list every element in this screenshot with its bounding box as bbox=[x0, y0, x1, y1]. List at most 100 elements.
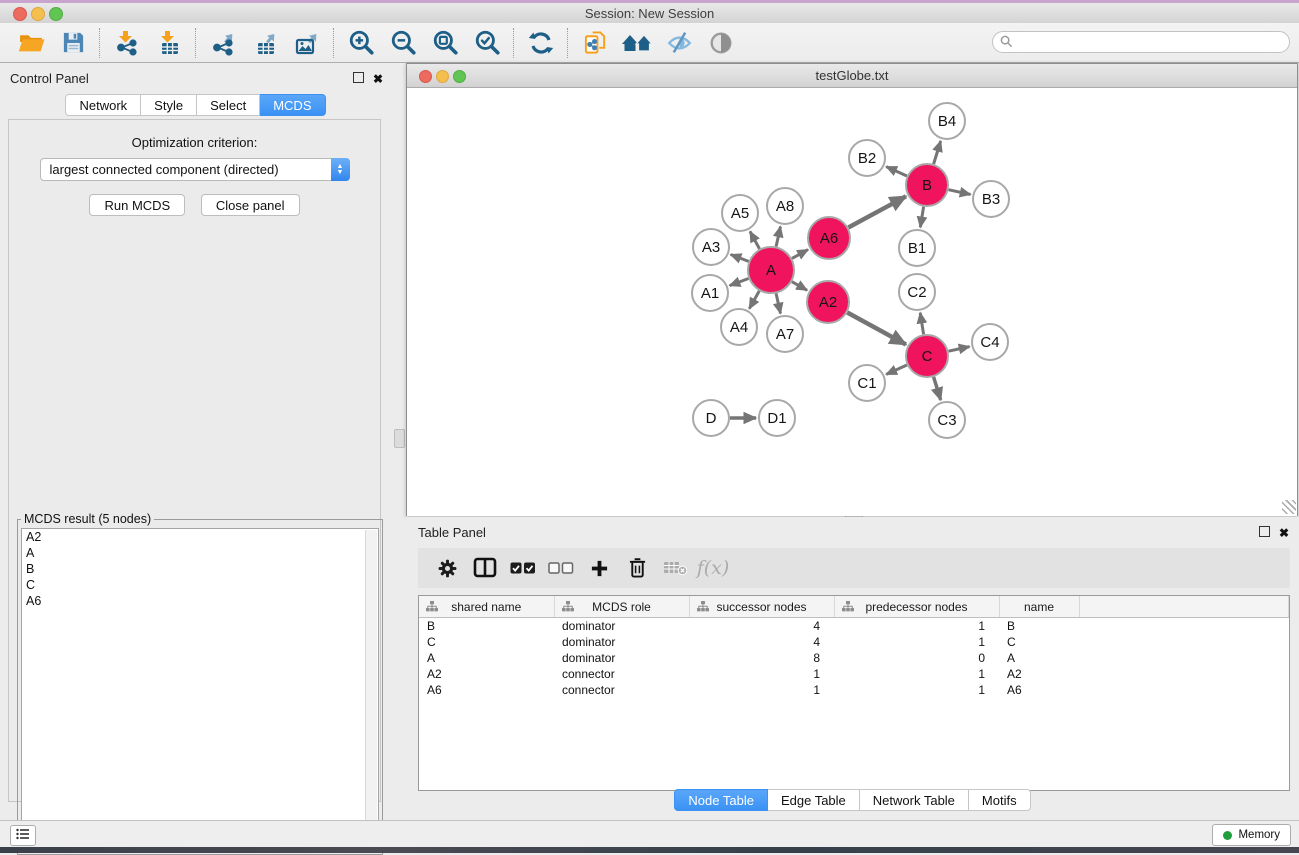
network-window-titlebar[interactable]: testGlobe.txt bbox=[407, 64, 1297, 88]
scrollbar-track[interactable] bbox=[365, 530, 377, 849]
column-header[interactable]: name bbox=[999, 596, 1079, 618]
edge-A6-B[interactable] bbox=[848, 196, 906, 227]
edge-A-A3[interactable] bbox=[731, 255, 749, 262]
float-table-panel-icon[interactable] bbox=[1259, 526, 1270, 537]
node-label-C2: C2 bbox=[907, 284, 926, 301]
list-icon bbox=[16, 828, 30, 843]
column-header[interactable]: successor nodes bbox=[689, 596, 834, 618]
edge-A-A7[interactable] bbox=[776, 293, 780, 313]
open-session-icon[interactable] bbox=[10, 27, 52, 59]
select-all-icon[interactable] bbox=[504, 552, 542, 584]
edge-A-A1[interactable] bbox=[730, 279, 749, 286]
mcds-result-item[interactable]: A2 bbox=[22, 529, 378, 545]
show-columns-icon[interactable] bbox=[466, 552, 504, 584]
criterion-value: largest connected component (directed) bbox=[50, 162, 279, 177]
edge-A2-C[interactable] bbox=[847, 313, 906, 345]
edge-A-A5[interactable] bbox=[750, 231, 760, 249]
column-header[interactable]: shared name bbox=[419, 596, 554, 618]
edge-C-C2[interactable] bbox=[920, 313, 923, 335]
table-row[interactable]: Adominator80A bbox=[419, 650, 1289, 666]
mcds-result-item[interactable]: A bbox=[22, 545, 378, 561]
table-row[interactable]: Bdominator41B bbox=[419, 618, 1289, 635]
memory-button[interactable]: Memory bbox=[1212, 824, 1291, 846]
node-table: shared nameMCDS rolesuccessor nodesprede… bbox=[418, 595, 1290, 791]
settings-icon[interactable] bbox=[428, 552, 466, 584]
edge-B-B4[interactable] bbox=[934, 141, 941, 164]
export-network-icon[interactable] bbox=[202, 27, 244, 59]
desktop-wallpaper-strip-bottom bbox=[0, 847, 1299, 853]
task-history-button[interactable] bbox=[10, 825, 36, 846]
close-table-panel-icon[interactable]: ✖ bbox=[1279, 526, 1289, 540]
toolbar-separator bbox=[195, 28, 197, 58]
search-icon bbox=[1000, 35, 1013, 51]
zoom-in-icon[interactable] bbox=[340, 27, 382, 59]
tab-mcds[interactable]: MCDS bbox=[260, 94, 325, 116]
tree-icon bbox=[697, 601, 709, 615]
clone-network-icon[interactable] bbox=[574, 27, 616, 59]
edge-B-B3[interactable] bbox=[949, 190, 971, 195]
column-header[interactable]: MCDS role bbox=[554, 596, 689, 618]
network-canvas[interactable]: B4B2BB3B1A5A8A6A3AA1A2C2A4A7CC4C1C3DD1 bbox=[407, 88, 1297, 516]
edge-A-A4[interactable] bbox=[749, 291, 759, 309]
window-resize-grip[interactable] bbox=[1282, 500, 1296, 514]
node-label-C: C bbox=[922, 348, 933, 365]
float-panel-icon[interactable] bbox=[353, 72, 364, 83]
tab-select[interactable]: Select bbox=[197, 94, 260, 116]
tab-network-table[interactable]: Network Table bbox=[860, 789, 969, 811]
mcds-result-item[interactable]: A6 bbox=[22, 593, 378, 609]
refresh-icon[interactable] bbox=[520, 27, 562, 59]
search-input[interactable] bbox=[992, 31, 1290, 53]
edge-A-A6[interactable] bbox=[792, 250, 808, 259]
zoom-fit-icon[interactable] bbox=[424, 27, 466, 59]
tab-motifs[interactable]: Motifs bbox=[969, 789, 1031, 811]
node-label-B2: B2 bbox=[858, 150, 876, 167]
export-table-icon[interactable] bbox=[244, 27, 286, 59]
memory-status-icon bbox=[1223, 831, 1232, 840]
zoom-selected-icon[interactable] bbox=[466, 27, 508, 59]
tree-icon bbox=[426, 601, 438, 615]
panel-divider-grip-vertical[interactable] bbox=[394, 429, 405, 448]
import-table-icon[interactable] bbox=[148, 27, 190, 59]
edge-C-C3[interactable] bbox=[934, 377, 941, 400]
zoom-out-icon[interactable] bbox=[382, 27, 424, 59]
node-label-D1: D1 bbox=[767, 410, 786, 427]
tab-network[interactable]: Network bbox=[65, 94, 141, 116]
node-label-C1: C1 bbox=[857, 375, 876, 392]
close-panel-icon[interactable]: ✖ bbox=[373, 72, 383, 86]
hide-details-icon[interactable] bbox=[658, 27, 700, 59]
table-row[interactable]: A2connector11A2 bbox=[419, 666, 1289, 682]
import-network-icon[interactable] bbox=[106, 27, 148, 59]
edge-A-A8[interactable] bbox=[776, 227, 780, 247]
tree-icon bbox=[842, 601, 854, 615]
export-image-icon[interactable] bbox=[286, 27, 328, 59]
edge-C-C1[interactable] bbox=[886, 365, 907, 374]
node-label-A: A bbox=[766, 262, 776, 279]
column-header[interactable]: predecessor nodes bbox=[834, 596, 999, 618]
node-label-B1: B1 bbox=[908, 240, 926, 257]
criterion-dropdown[interactable]: largest connected component (directed) ▲… bbox=[40, 158, 350, 181]
deselect-all-icon[interactable] bbox=[542, 552, 580, 584]
mcds-result-item[interactable]: B bbox=[22, 561, 378, 577]
node-label-A8: A8 bbox=[776, 198, 794, 215]
table-row[interactable]: Cdominator41C bbox=[419, 634, 1289, 650]
run-mcds-button[interactable]: Run MCDS bbox=[89, 194, 185, 216]
tab-style[interactable]: Style bbox=[141, 94, 197, 116]
home-icon[interactable] bbox=[616, 27, 658, 59]
save-session-icon[interactable] bbox=[52, 27, 94, 59]
add-row-icon[interactable] bbox=[580, 552, 618, 584]
edge-B-B1[interactable] bbox=[920, 207, 923, 228]
table-row[interactable]: A6connector11A6 bbox=[419, 682, 1289, 698]
mcds-result-item[interactable]: C bbox=[22, 577, 378, 593]
network-window-title: testGlobe.txt bbox=[407, 68, 1297, 83]
node-label-B3: B3 bbox=[982, 191, 1000, 208]
show-graphics-icon[interactable] bbox=[700, 27, 742, 59]
close-panel-button[interactable]: Close panel bbox=[201, 194, 300, 216]
edge-B-B2[interactable] bbox=[886, 167, 907, 176]
edge-A-A2[interactable] bbox=[792, 282, 807, 291]
node-label-A4: A4 bbox=[730, 319, 748, 336]
tab-edge-table[interactable]: Edge Table bbox=[768, 789, 860, 811]
edge-C-C4[interactable] bbox=[949, 347, 970, 352]
mcds-result-list[interactable]: A2ABCA6 bbox=[21, 528, 379, 851]
tab-node-table[interactable]: Node Table bbox=[674, 789, 768, 811]
delete-row-icon[interactable] bbox=[618, 552, 656, 584]
